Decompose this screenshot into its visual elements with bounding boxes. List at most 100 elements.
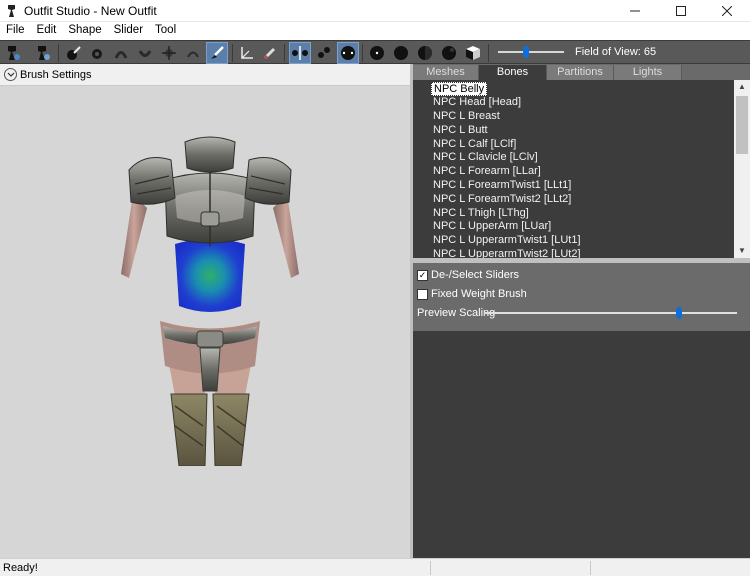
shade-view-icon [394,46,408,60]
toolbar-separator [488,44,489,62]
preview-scaling-thumb[interactable] [676,307,683,319]
maximize-icon [676,6,686,16]
mirror-y-button[interactable] [313,42,335,64]
move-brush-button[interactable] [158,42,180,64]
scrollbar-thumb[interactable] [736,96,748,154]
fov-slider[interactable] [498,46,564,58]
fov-slider-thumb[interactable] [523,46,530,58]
bone-item[interactable]: NPC L UpperarmTwist2 [LUt2] [431,248,583,258]
select-brush-button[interactable] [62,42,84,64]
mirror-z-icon [341,46,355,60]
menu-tool[interactable]: Tool [149,22,182,40]
inflate-brush-button[interactable] [110,42,132,64]
minimize-icon [630,10,640,12]
chevron-down-icon[interactable] [4,68,17,81]
bone-item[interactable]: NPC L ForearmTwist2 [LLt2] [431,193,573,207]
texture-view-icon [442,46,456,60]
app-tool-icon-2 [38,46,50,60]
vertex-view-icon [370,46,384,60]
status-divider [430,561,431,575]
preview-scaling-track[interactable] [485,312,737,314]
bone-item[interactable]: NPC L ForearmTwist1 [LLt1] [431,179,573,193]
inflate-brush-icon [114,51,128,59]
menu-shape[interactable]: Shape [62,22,107,40]
bone-item[interactable]: NPC L Forearm [LLar] [431,165,543,179]
tab-bar: Meshes Bones Partitions Lights [413,64,750,80]
transform-icon [241,47,253,59]
menu-edit[interactable]: Edit [31,22,63,40]
bone-item[interactable]: NPC L UpperarmTwist1 [LUt1] [431,234,583,248]
transform-button[interactable] [236,42,258,64]
smooth-brush-button[interactable] [182,42,204,64]
mask-brush-icon [92,49,102,59]
reference-tool-button[interactable] [32,42,54,64]
lower-panel [413,331,750,558]
close-icon [722,6,732,16]
right-panel: Meshes Bones Partitions Lights NPC Belly… [413,64,750,558]
bone-item[interactable]: NPC L Clavicle [LClv] [431,151,540,165]
toolbar-separator [284,44,285,62]
outfit-model [121,136,299,466]
bone-item[interactable]: NPC Belly [431,82,488,96]
bone-item[interactable]: NPC Head [Head] [431,96,523,110]
wire-view-button[interactable] [414,42,436,64]
weight-brush-button[interactable] [206,42,228,64]
scroll-up-icon[interactable]: ▲ [734,80,750,94]
fixed-weight-option[interactable]: Fixed Weight Brush [417,287,527,301]
wire-view-icon [418,46,432,60]
tab-bones[interactable]: Bones [479,65,547,80]
bone-list[interactable]: NPC Belly NPC Head [Head] NPC L Breast N… [413,80,750,258]
maximize-button[interactable] [658,0,704,22]
brush-settings-label: Brush Settings [20,69,92,81]
mirror-x-button[interactable] [289,42,311,64]
deselect-sliders-option[interactable]: ✓ De-/Select Sliders [417,268,519,282]
smooth-brush-icon [187,51,199,58]
bone-item[interactable]: NPC L UpperArm [LUar] [431,220,553,234]
tab-partitions[interactable]: Partitions [547,65,614,80]
pivot-icon [263,47,276,60]
bone-item[interactable]: NPC L Breast [431,110,502,124]
mirror-x-icon [292,46,308,60]
bone-item[interactable]: NPC L Calf [LClf] [431,138,518,152]
bone-item[interactable]: NPC L Butt [431,124,490,138]
minimize-button[interactable] [612,0,658,22]
pivot-button[interactable] [258,42,280,64]
tab-lights[interactable]: Lights [614,65,682,80]
move-brush-icon [162,46,176,60]
deselect-sliders-label: De-/Select Sliders [431,269,520,281]
menu-slider[interactable]: Slider [108,22,149,40]
status-bar: Ready! [0,558,750,576]
bone-list-scrollbar[interactable]: ▲ ▼ [734,80,750,258]
deselect-sliders-checkbox[interactable]: ✓ [417,269,428,281]
vertex-view-button[interactable] [366,42,388,64]
shade-view-button[interactable] [390,42,412,64]
fixed-weight-checkbox[interactable] [417,288,428,300]
3d-viewport[interactable] [0,86,410,558]
menu-bar: File Edit Shape Slider Tool [0,22,750,40]
cube-view-button[interactable] [462,42,484,64]
close-button[interactable] [704,0,750,22]
fov-slider-track [498,51,564,53]
fov-label: Field of View: 65 [575,46,657,58]
fixed-weight-label: Fixed Weight Brush [431,288,527,300]
outfit-tool-button[interactable] [2,42,24,64]
toolbar-separator [232,44,233,62]
mask-brush-button[interactable] [86,42,108,64]
preview-scaling-option: Preview Scaling [417,306,495,320]
deflate-brush-button[interactable] [134,42,156,64]
left-panel: Brush Settings [0,64,410,558]
scroll-down-icon[interactable]: ▼ [734,244,750,258]
mirror-z-button[interactable] [337,42,359,64]
bone-item[interactable]: NPC L Thigh [LThg] [431,207,531,221]
toolbar-separator [58,44,59,62]
preview-scaling-label: Preview Scaling [417,307,496,319]
brush-settings-header[interactable]: Brush Settings [0,64,410,86]
tab-meshes[interactable]: Meshes [413,65,479,80]
texture-view-button[interactable] [438,42,460,64]
app-icon [8,5,15,17]
menu-file[interactable]: File [0,22,31,40]
window-title: Outfit Studio - New Outfit [24,4,157,18]
app-tool-icon [8,46,20,60]
toolbar-separator [362,44,363,62]
title-bar: Outfit Studio - New Outfit [0,0,750,22]
